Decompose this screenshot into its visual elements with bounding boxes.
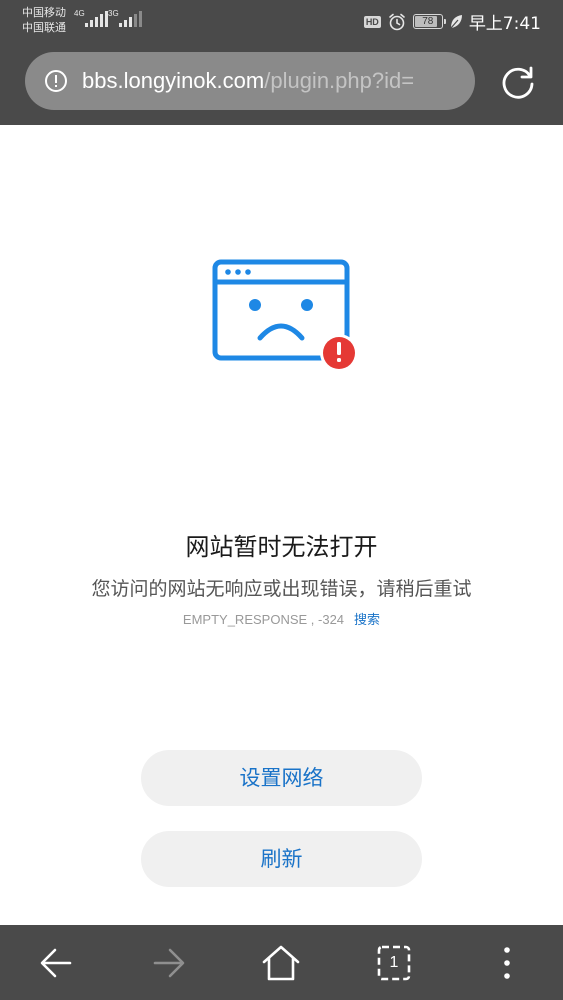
network-settings-button[interactable]: 设置网络 — [141, 750, 422, 806]
reload-icon[interactable] — [498, 62, 538, 102]
clock: 早上7:41 — [468, 14, 541, 34]
carrier-2: 中国联通 — [22, 21, 66, 34]
url-host: bbs.longyinok.com — [82, 68, 265, 93]
forward-button[interactable] — [149, 943, 189, 983]
signal-bars-icon-2 — [119, 11, 142, 27]
signal-bars-icon — [85, 11, 108, 27]
info-circle-icon[interactable] — [44, 69, 68, 93]
tabs-button[interactable]: 1 — [374, 943, 414, 983]
error-page: 网站暂时无法打开 您访问的网站无响应或出现错误，请稍后重试 EMPTY_RESP… — [0, 125, 563, 925]
more-menu-icon — [504, 947, 510, 979]
battery-level: 78 — [422, 16, 434, 27]
bottom-navigation: 1 — [0, 925, 563, 1000]
back-arrow-icon — [40, 948, 72, 978]
home-icon — [262, 945, 300, 981]
status-right-group: HD 78 早上7:41 — [363, 9, 541, 34]
status-bar: 中国移动 中国联通 4G 3G HD 78 早上7:41 — [0, 0, 563, 40]
more-menu-button[interactable] — [487, 943, 527, 983]
browser-toolbar: bbs.longyinok.com/plugin.php?id= — [0, 40, 563, 125]
tab-count: 1 — [389, 954, 399, 971]
hd-icon: HD — [363, 15, 381, 28]
back-button[interactable] — [36, 943, 76, 983]
url-bar[interactable]: bbs.longyinok.com/plugin.php?id= — [25, 52, 475, 110]
url-text[interactable]: bbs.longyinok.com/plugin.php?id= — [82, 68, 414, 94]
carrier-names: 中国移动 中国联通 — [22, 5, 66, 35]
home-button[interactable] — [261, 943, 301, 983]
error-code-row: EMPTY_RESPONSE , -324 搜索 — [0, 609, 563, 628]
battery-icon: 78 — [412, 14, 446, 29]
network-type-1: 4G — [74, 9, 85, 18]
error-title: 网站暂时无法打开 — [185, 533, 378, 561]
alarm-clock-icon — [389, 13, 405, 30]
refresh-button[interactable]: 刷新 — [141, 831, 422, 887]
forward-arrow-icon — [153, 948, 185, 978]
error-description: 您访问的网站无响应或出现错误，请稍后重试 — [91, 578, 472, 600]
network-type-2: 3G — [108, 9, 119, 18]
leaf-icon — [450, 14, 462, 28]
url-path: /plugin.php?id= — [264, 68, 415, 93]
search-link[interactable]: 搜索 — [354, 613, 380, 628]
carrier-1: 中国移动 — [22, 6, 66, 19]
sad-browser-window-icon — [212, 259, 358, 372]
error-code: EMPTY_RESPONSE , -324 — [182, 612, 345, 627]
